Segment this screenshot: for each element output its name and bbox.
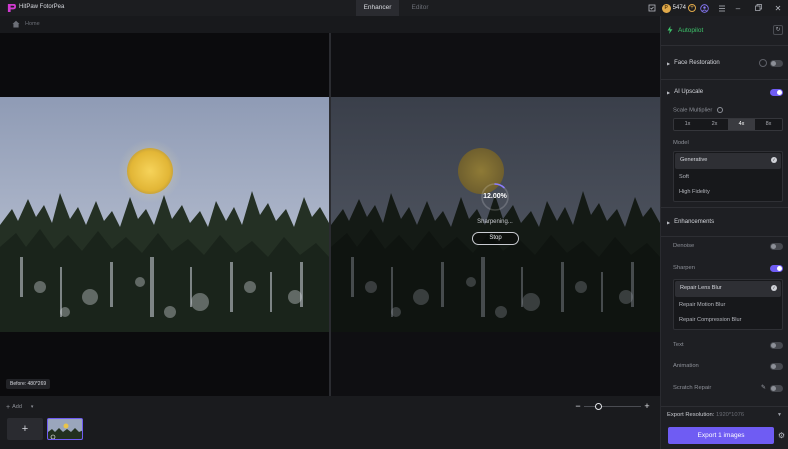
help-icon[interactable]: [716, 107, 723, 113]
settings-panel: Autopilot ↻ ▶ Face Restoration ▶ AI Upsc…: [660, 16, 788, 449]
face-restoration-toggle[interactable]: [770, 60, 783, 67]
close-icon[interactable]: ✕: [768, 4, 788, 13]
zoom-out-icon[interactable]: −: [574, 401, 582, 411]
model-label: Model: [673, 140, 689, 146]
export-button[interactable]: Export 1 images: [668, 427, 774, 444]
reset-icon[interactable]: ↻: [773, 25, 783, 35]
before-image: [0, 97, 329, 332]
scratch-repair-label: Scratch Repair: [673, 385, 712, 391]
stop-button[interactable]: Stop: [472, 232, 519, 245]
autopilot-row[interactable]: Autopilot: [667, 26, 703, 34]
add-label: Add: [12, 404, 22, 410]
face-restoration-label: Face Restoration: [674, 60, 720, 66]
check-icon: ✓: [771, 285, 777, 291]
after-image: [331, 97, 660, 332]
home-icon[interactable]: [12, 20, 20, 28]
scale-multiplier-text: Scale Multiplier: [673, 107, 713, 114]
sharpen-option-motion-blur[interactable]: Repair Motion Blur: [674, 298, 782, 314]
tab-enhancer[interactable]: Enhancer: [356, 0, 399, 16]
scale-multiplier-selector: 1x 2x 4x 8x: [673, 118, 783, 131]
expand-icon: ▶: [667, 60, 671, 66]
model-options: Generative ✓ Soft High Fidelity: [673, 151, 783, 202]
gear-icon[interactable]: ⚙: [778, 431, 785, 440]
zoom-control: − +: [574, 401, 654, 411]
coin-icon: P: [661, 3, 671, 13]
tab-editor[interactable]: Editor: [399, 0, 441, 16]
zoom-slider-handle[interactable]: [595, 402, 602, 410]
animation-toggle[interactable]: [770, 363, 783, 370]
task-list-icon[interactable]: [646, 2, 658, 14]
expand-icon: ▶: [667, 219, 671, 225]
app-title: HitPaw FotorPea: [19, 4, 65, 10]
ai-upscale-header[interactable]: ▶ AI Upscale: [667, 89, 703, 95]
brush-icon[interactable]: ✎: [761, 384, 766, 391]
face-restoration-header[interactable]: ▶ Face Restoration: [667, 60, 720, 66]
sharpen-options: Repair Lens Blur ✓ Repair Motion Blur Re…: [673, 279, 783, 330]
bottom-strip: + Add ▾ − + +: [0, 396, 660, 449]
add-button[interactable]: + Add ▾: [6, 402, 33, 412]
export-resolution-value: 1920*1076: [716, 412, 745, 418]
scratch-repair-toggle[interactable]: [770, 385, 783, 392]
scale-multiplier-label: Scale Multiplier: [673, 107, 723, 114]
processing-status: Sharpening...: [477, 219, 513, 225]
breadcrumb-home[interactable]: Home: [25, 21, 40, 27]
credits-display[interactable]: P 5474 +: [661, 3, 696, 13]
info-icon[interactable]: [759, 59, 767, 67]
progress-percent: 12.00%: [483, 193, 507, 200]
sharpen-option-compression-blur[interactable]: Repair Compression Blur: [674, 313, 782, 329]
export-resolution-label: Export Resolution:: [667, 412, 715, 418]
scale-option-4x[interactable]: 4x: [728, 119, 755, 130]
sharpen-toggle[interactable]: [770, 265, 783, 272]
before-size-label: Before: 480*269: [6, 379, 51, 389]
account-icon[interactable]: [698, 2, 710, 14]
zoom-in-icon[interactable]: +: [643, 401, 651, 411]
divider: [661, 236, 788, 237]
check-icon: ✓: [771, 157, 777, 163]
mode-tabs: Enhancer Editor: [356, 0, 441, 16]
text-label: Text: [673, 342, 684, 348]
app-logo-icon: [7, 3, 16, 13]
chevron-down-icon[interactable]: ▾: [31, 404, 34, 410]
plus-icon: +: [6, 403, 11, 411]
add-image-tile[interactable]: +: [7, 418, 43, 440]
text-toggle[interactable]: [770, 342, 783, 349]
denoise-label: Denoise: [673, 243, 695, 249]
title-icons: P 5474 + – ✕: [646, 0, 788, 16]
model-option-soft[interactable]: Soft: [674, 170, 782, 186]
denoise-toggle[interactable]: [770, 243, 783, 250]
animation-label: Animation: [673, 363, 699, 369]
breadcrumb: Home: [0, 16, 660, 33]
minimize-icon[interactable]: –: [728, 4, 748, 13]
divider: [661, 45, 788, 46]
model-option-label: Generative: [680, 157, 708, 163]
credit-count: 5474: [672, 5, 686, 11]
scale-option-1x[interactable]: 1x: [674, 119, 701, 130]
ai-upscale-toggle[interactable]: [770, 89, 783, 96]
scale-option-2x[interactable]: 2x: [701, 119, 728, 130]
expand-icon: ▶: [667, 89, 671, 95]
divider: [661, 207, 788, 208]
zoom-slider[interactable]: [584, 402, 641, 410]
title-bar: HitPaw FotorPea Enhancer Editor P 5474 +…: [0, 0, 788, 16]
scale-option-8x[interactable]: 8x: [755, 119, 782, 130]
sharpen-label: Sharpen: [673, 265, 695, 271]
menu-icon[interactable]: [716, 2, 728, 14]
restore-icon[interactable]: [748, 3, 768, 13]
sharpen-option-label: Repair Lens Blur: [680, 285, 722, 291]
chevron-down-icon[interactable]: ▼: [777, 412, 782, 418]
export-resolution[interactable]: Export Resolution: 1920*1076: [667, 412, 744, 418]
autopilot-label: Autopilot: [678, 26, 704, 34]
preview-canvas: 12.00% Sharpening... Stop Before: 480*26…: [0, 33, 660, 396]
add-credits-icon[interactable]: +: [688, 4, 696, 12]
divider: [661, 79, 788, 80]
enhancements-header[interactable]: ▶ Enhancements: [667, 219, 714, 225]
lightning-icon: [667, 26, 673, 34]
model-option-high-fidelity[interactable]: High Fidelity: [674, 185, 782, 201]
model-option-generative[interactable]: Generative ✓: [675, 153, 781, 169]
ai-upscale-label: AI Upscale: [674, 89, 704, 95]
sharpen-option-lens-blur[interactable]: Repair Lens Blur ✓: [675, 281, 781, 297]
image-thumbnail[interactable]: [47, 418, 83, 440]
enhancements-label: Enhancements: [674, 219, 715, 225]
divider: [661, 406, 788, 407]
